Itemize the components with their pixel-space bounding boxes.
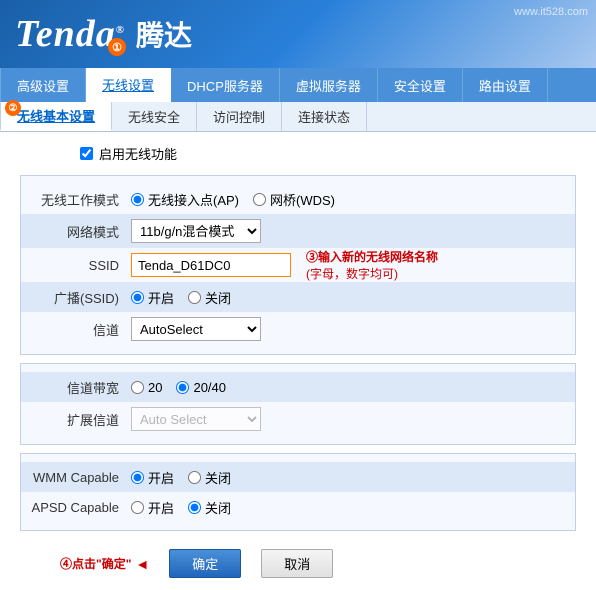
top-nav: 高级设置 无线设置 DHCP服务器 虚拟服务器 安全设置 路由设置 bbox=[0, 68, 596, 102]
wmm-section: WMM Capable 开启 关闭 APSD Capable 开启 bbox=[20, 453, 576, 531]
nav-virtual[interactable]: 虚拟服务器 bbox=[280, 68, 378, 102]
channel-row: 信道 AutoSelect 123 456 789 10111213 bbox=[21, 312, 575, 346]
ext-channel-controls: Auto Select bbox=[131, 407, 565, 431]
confirm-arrow: ◄ bbox=[135, 556, 149, 572]
mode-wds-radio[interactable] bbox=[253, 193, 266, 206]
cancel-button[interactable]: 取消 bbox=[261, 549, 333, 578]
apsd-on-radio[interactable] bbox=[131, 501, 144, 514]
wmm-on-radio[interactable] bbox=[131, 471, 144, 484]
ssid-controls: ③输入新的无线网络名称 (字母，数字均可) bbox=[131, 253, 565, 277]
band-20-text: 20 bbox=[148, 380, 162, 395]
logo-tenda: Tenda® 腾达 bbox=[15, 12, 192, 56]
wireless-mode-controls: 无线接入点(AP) 网桥(WDS) bbox=[131, 190, 565, 209]
ext-channel-label: 扩展信道 bbox=[31, 410, 131, 429]
logo-chinese: 腾达 bbox=[136, 14, 192, 54]
ssid-row: SSID ③输入新的无线网络名称 (字母，数字均可) bbox=[21, 248, 575, 282]
button-row: ④点击"确定" ◄ 确定 取消 bbox=[20, 539, 576, 578]
annotation-arrow: ③输入新的无线网络名称 bbox=[306, 250, 438, 264]
sub-nav: ② 无线基本设置 无线安全 访问控制 连接状态 bbox=[0, 102, 596, 132]
channel-label: 信道 bbox=[31, 320, 131, 339]
band-2040-radio[interactable] bbox=[176, 381, 189, 394]
nav-dhcp[interactable]: DHCP服务器 bbox=[171, 68, 280, 102]
apsd-on-label[interactable]: 开启 bbox=[131, 498, 174, 517]
wmm-off-text: 关闭 bbox=[205, 468, 231, 487]
apsd-off-text: 关闭 bbox=[205, 498, 231, 517]
band-2040-text: 20/40 bbox=[193, 380, 226, 395]
broadcast-label: 广播(SSID) bbox=[31, 288, 131, 307]
enable-checkbox[interactable] bbox=[80, 147, 93, 160]
wmm-on-text: 开启 bbox=[148, 468, 174, 487]
subnav-access[interactable]: 访问控制 bbox=[197, 102, 282, 131]
ssid-label: SSID bbox=[31, 258, 131, 273]
channel-select[interactable]: AutoSelect 123 456 789 10111213 bbox=[131, 317, 261, 341]
header: Tenda® 腾达 www.it528.com ① bbox=[0, 0, 596, 68]
channel-controls: AutoSelect 123 456 789 10111213 bbox=[131, 317, 565, 341]
ssid-input[interactable] bbox=[131, 253, 291, 277]
channel-band-label: 信道带宽 bbox=[31, 378, 131, 397]
wmm-row: WMM Capable 开启 关闭 bbox=[21, 462, 575, 492]
nav-security[interactable]: 安全设置 bbox=[378, 68, 463, 102]
broadcast-controls: 开启 关闭 bbox=[131, 288, 565, 307]
wmm-label: WMM Capable bbox=[31, 470, 131, 485]
mode-ap-radio[interactable] bbox=[131, 193, 144, 206]
broadcast-row: 广播(SSID) 开启 关闭 bbox=[21, 282, 575, 312]
band-20-label[interactable]: 20 bbox=[131, 380, 162, 395]
wireless-mode-label: 无线工作模式 bbox=[31, 190, 131, 209]
network-mode-select[interactable]: 11b/g/n混合模式 11b only 11g only 11n only bbox=[131, 219, 261, 243]
enable-row: 启用无线功能 bbox=[20, 144, 576, 163]
ext-channel-row: 扩展信道 Auto Select bbox=[21, 402, 575, 436]
step2-badge: ② bbox=[5, 100, 21, 116]
watermark: www.it528.com bbox=[514, 6, 588, 18]
subnav-security[interactable]: 无线安全 bbox=[112, 102, 197, 131]
mode-wds-label[interactable]: 网桥(WDS) bbox=[253, 190, 335, 209]
content: 启用无线功能 无线工作模式 无线接入点(AP) 网桥(WDS) 网络模式 bbox=[0, 132, 596, 590]
ext-channel-select[interactable]: Auto Select bbox=[131, 407, 261, 431]
network-mode-row: 网络模式 11b/g/n混合模式 11b only 11g only 11n o… bbox=[21, 214, 575, 248]
network-mode-label: 网络模式 bbox=[31, 222, 131, 241]
broadcast-on-label[interactable]: 开启 bbox=[131, 288, 174, 307]
network-mode-controls: 11b/g/n混合模式 11b only 11g only 11n only bbox=[131, 219, 565, 243]
wireless-mode-row: 无线工作模式 无线接入点(AP) 网桥(WDS) bbox=[21, 184, 575, 214]
broadcast-on-text: 开启 bbox=[148, 288, 174, 307]
enable-label[interactable]: 启用无线功能 bbox=[99, 144, 177, 163]
bottom-annotation: ④点击"确定" ◄ bbox=[60, 555, 149, 572]
channel-band-controls: 20 20/40 bbox=[131, 380, 565, 395]
channel-band-row: 信道带宽 20 20/40 bbox=[21, 372, 575, 402]
apsd-row: APSD Capable 开启 关闭 bbox=[21, 492, 575, 522]
annotation-sub: (字母，数字均可) bbox=[306, 267, 398, 281]
mode-ap-label[interactable]: 无线接入点(AP) bbox=[131, 190, 239, 209]
wmm-on-label[interactable]: 开启 bbox=[131, 468, 174, 487]
wmm-off-radio[interactable] bbox=[188, 471, 201, 484]
step4-label: ④点击"确定" bbox=[60, 555, 131, 572]
band-20-radio[interactable] bbox=[131, 381, 144, 394]
band-2040-label[interactable]: 20/40 bbox=[176, 380, 226, 395]
step1-badge: ① bbox=[108, 38, 126, 56]
subnav-basic-label: 无线基本设置 bbox=[17, 106, 95, 125]
broadcast-off-text: 关闭 bbox=[205, 288, 231, 307]
ssid-annotation: ③输入新的无线网络名称 (字母，数字均可) bbox=[306, 249, 438, 283]
subnav-status[interactable]: 连接状态 bbox=[282, 102, 367, 131]
nav-routing[interactable]: 路由设置 bbox=[463, 68, 548, 102]
mode-ap-text: 无线接入点(AP) bbox=[148, 190, 239, 209]
mode-wds-text: 网桥(WDS) bbox=[270, 190, 335, 209]
nav-advanced[interactable]: 高级设置 bbox=[0, 68, 86, 102]
broadcast-off-radio[interactable] bbox=[188, 291, 201, 304]
bandwidth-section: 信道带宽 20 20/40 扩展信道 Auto Select bbox=[20, 363, 576, 445]
apsd-controls: 开启 关闭 bbox=[131, 498, 565, 517]
broadcast-on-radio[interactable] bbox=[131, 291, 144, 304]
wmm-off-label[interactable]: 关闭 bbox=[188, 468, 231, 487]
basic-settings-section: 无线工作模式 无线接入点(AP) 网桥(WDS) 网络模式 11b/g/n混合模… bbox=[20, 175, 576, 355]
apsd-on-text: 开启 bbox=[148, 498, 174, 517]
apsd-off-radio[interactable] bbox=[188, 501, 201, 514]
apsd-off-label[interactable]: 关闭 bbox=[188, 498, 231, 517]
wmm-controls: 开启 关闭 bbox=[131, 468, 565, 487]
subnav-basic[interactable]: ② 无线基本设置 bbox=[0, 102, 112, 131]
confirm-button[interactable]: 确定 bbox=[169, 549, 241, 578]
broadcast-off-label[interactable]: 关闭 bbox=[188, 288, 231, 307]
apsd-label: APSD Capable bbox=[31, 500, 131, 515]
nav-wireless[interactable]: 无线设置 bbox=[86, 68, 171, 102]
